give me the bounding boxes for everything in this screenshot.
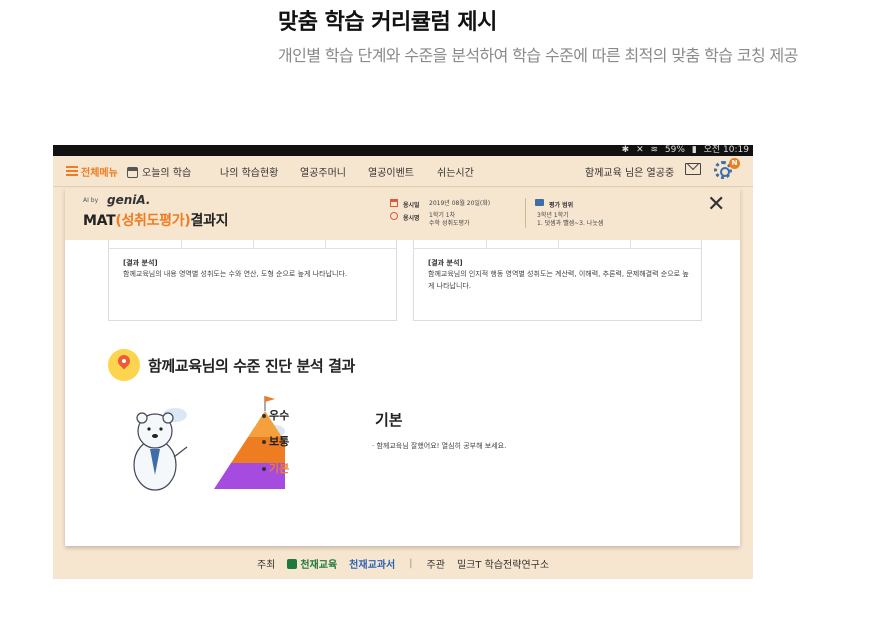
- range-line1: 3학년 1학기: [537, 212, 569, 219]
- table-stub: [109, 240, 396, 249]
- level-label-basic: 기본: [269, 462, 290, 475]
- organizer-name: 밀크T 학습전략연구소: [456, 559, 550, 571]
- tablet-screen: ✱ ✕ ≋ 59% ▮ 오전 10:19 전체메뉴 오늘의 학습 나의 학습현황…: [53, 145, 753, 579]
- nav-my-progress[interactable]: 나의 학습현황: [220, 164, 278, 179]
- content-analysis-card: [결과 분석] 함께교육님의 내용 영역별 성취도는 수와 연산, 도형 순으로…: [108, 240, 397, 321]
- level-marker: [262, 414, 266, 418]
- wifi-icon: ≋: [650, 145, 659, 155]
- section-title: 함께교육님의 수준 진단 분석 결과: [148, 357, 355, 375]
- all-menu-label: 전체메뉴: [81, 167, 118, 179]
- card-label: [결과 분석]: [428, 259, 463, 267]
- report-panel: AI by geniA. MAT(성취도평가)결과지 응시일 2019년 08월…: [65, 188, 740, 546]
- genia-logo: geniA.: [107, 193, 151, 207]
- brand-ai-by: AI by: [83, 197, 99, 204]
- page-subheadline: 개인별 학습 단계와 수준을 분석하여 학습 수준에 따른 최적의 맞춤 학습 …: [278, 46, 798, 65]
- mute-icon: ✕: [636, 145, 644, 155]
- close-button[interactable]: ✕: [707, 194, 725, 216]
- meta-divider: [525, 198, 526, 228]
- footer-separator: |: [409, 557, 413, 569]
- clock: 오전 10:19: [703, 145, 749, 155]
- level-label-excellent: 우수: [269, 409, 290, 422]
- status-bar: ✱ ✕ ≋ 59% ▮ 오전 10:19: [53, 145, 753, 156]
- bluetooth-icon: ✱: [621, 145, 630, 155]
- flag-icon: [265, 396, 275, 402]
- page-headline: 맞춤 학습 커리큘럼 제시: [278, 10, 497, 35]
- battery-level: 59%: [664, 145, 685, 155]
- chunjae-textbook-logo: 천재교과서: [349, 559, 396, 571]
- result-message: · 함께교육님 잘했어요! 열심히 공부해 보세요.: [372, 442, 507, 450]
- folder-icon: [535, 199, 544, 206]
- range-line2: 1. 덧셈과 뺄셈~3. 나눗셈: [537, 220, 604, 227]
- report-header: AI by geniA. MAT(성취도평가)결과지 응시일 2019년 08월…: [65, 188, 740, 240]
- card-label: [결과 분석]: [123, 259, 158, 267]
- all-menu-button[interactable]: 전체메뉴: [66, 162, 118, 180]
- mail-icon[interactable]: [685, 163, 701, 175]
- nav-study-event[interactable]: 열공이벤트: [368, 164, 414, 179]
- result-level: 기본: [373, 411, 406, 429]
- user-greeting: 함께교육 님은 열공중: [585, 168, 675, 179]
- host-label: 주최: [256, 559, 276, 571]
- battery-icon: ▮: [691, 145, 697, 155]
- level-marker: [262, 467, 266, 471]
- exam-name-label: 응시명: [403, 215, 420, 222]
- card-text: 함께교육님의 인지적 행동 영역별 성취도는 계산력, 이해력, 추론력, 문제…: [428, 270, 689, 290]
- table-stub: [414, 240, 701, 249]
- level-pyramid-illustration: [133, 396, 285, 491]
- footer: 주최 천재교육 천재교과서 | 주관 밀크T 학습전략연구소: [53, 547, 753, 579]
- exam-date: 2019년 08월 20일(화): [429, 200, 491, 207]
- organizer-label: 주관: [426, 559, 445, 571]
- card-text: 함께교육님의 내용 영역별 성취도는 수와 연산, 도형 순으로 높게 나타납니…: [123, 270, 348, 278]
- top-nav: 전체메뉴 오늘의 학습 나의 학습현황 열공주머니 열공이벤트 쉬는시간 함께교…: [53, 156, 753, 187]
- calendar-icon: [390, 199, 398, 207]
- behavior-analysis-card: [결과 분석] 함께교육님의 인지적 행동 영역별 성취도는 계산력, 이해력,…: [413, 240, 702, 321]
- question-icon: [390, 212, 398, 220]
- nav-study-pouch[interactable]: 열공주머니: [300, 164, 346, 179]
- hamburger-icon: [66, 166, 78, 176]
- nav-break-time[interactable]: 쉬는시간: [437, 164, 474, 179]
- calendar-icon: [127, 167, 138, 178]
- location-pin-icon: [108, 349, 140, 381]
- exam-date-label: 응시일: [403, 202, 420, 209]
- range-label: 평가 범위: [549, 202, 574, 209]
- report-title: MAT(성취도평가)결과지: [83, 213, 229, 229]
- exam-name-line2: 수학 성취도평가: [429, 220, 470, 227]
- notification-badge: N: [729, 158, 740, 169]
- chunjae-education-logo: 천재교육: [287, 556, 337, 571]
- exam-name-line1: 1학기 1차: [429, 212, 456, 219]
- nav-today-study[interactable]: 오늘의 학습: [127, 164, 191, 179]
- polar-bear-mascot: [133, 412, 188, 491]
- level-marker: [262, 440, 266, 444]
- level-label-average: 보통: [269, 435, 290, 448]
- chunjae-logo-icon: [287, 558, 298, 569]
